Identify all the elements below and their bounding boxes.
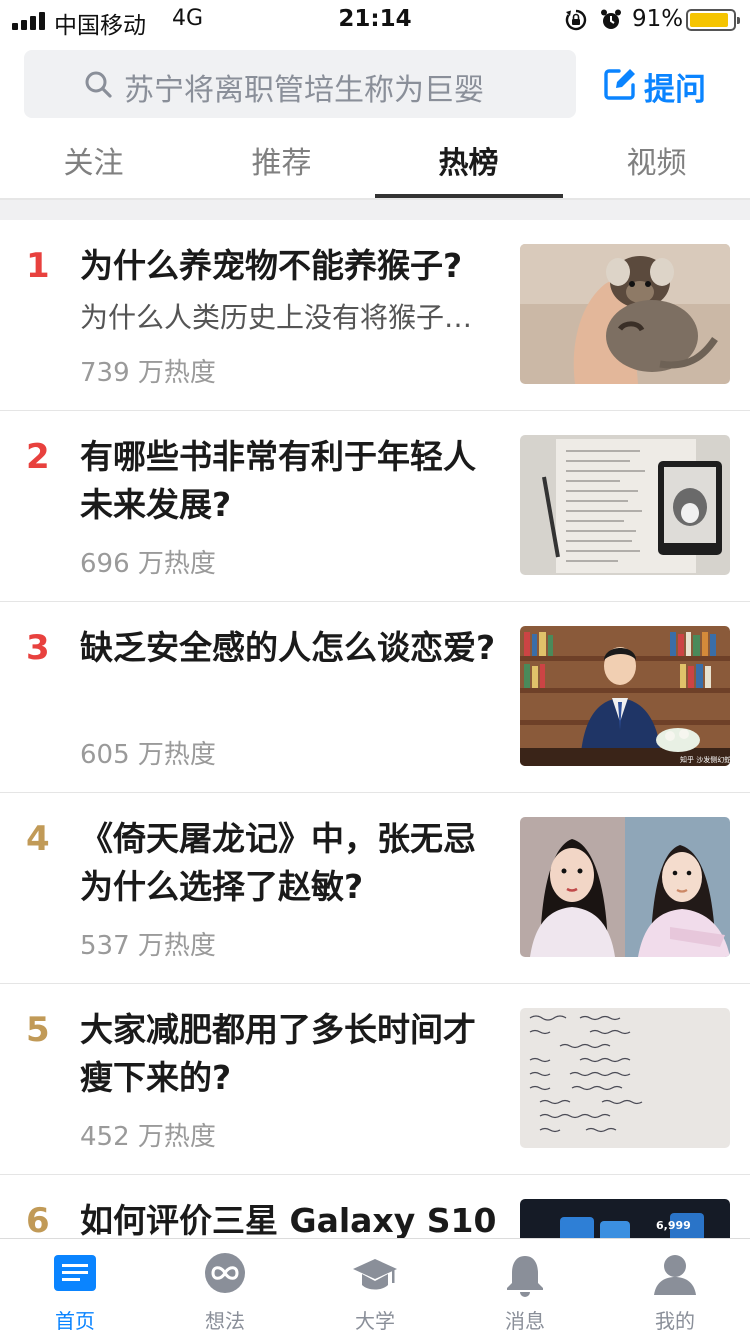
question-title[interactable]: 《倚天屠龙记》中，张无忌为什么选择了赵敏? xyxy=(80,815,500,911)
rank-number: 3 xyxy=(26,628,50,668)
bottom-navigation: 首页 想法 大学 消息 我的 xyxy=(0,1238,750,1334)
tab-recommend[interactable]: 推荐 xyxy=(188,128,375,200)
nav-ideas[interactable]: 想法 xyxy=(150,1239,300,1334)
hot-list-item[interactable]: 2 有哪些书非常有利于年轻人未来发展? 696 万热度 xyxy=(0,411,750,602)
heat-count: 696 万热度 xyxy=(80,549,216,579)
infinity-icon xyxy=(205,1253,245,1293)
feed-tabs: 关注 推荐 热榜 视频 xyxy=(0,128,750,200)
rank-number: 4 xyxy=(26,819,50,859)
thumb-price: 6,999 xyxy=(656,1219,691,1232)
question-excerpt: 为什么人类历史上没有将猴子… xyxy=(80,301,473,334)
rank-number: 5 xyxy=(26,1010,50,1050)
rank-number: 2 xyxy=(26,437,50,477)
nav-profile-label: 我的 xyxy=(655,1309,695,1333)
bell-icon xyxy=(507,1256,543,1297)
battery-fill xyxy=(690,13,728,27)
notes-and-ereader-photo[interactable] xyxy=(520,435,730,575)
search-icon xyxy=(85,71,112,98)
heat-count: 605 万热度 xyxy=(80,740,216,770)
man-in-library-photo[interactable]: 知乎 沙发侧幻蛇 xyxy=(520,626,730,766)
alarm-icon xyxy=(601,9,621,29)
hot-list-item[interactable]: 1 为什么养宠物不能养猴子? 为什么人类历史上没有将猴子… 739 万热度 xyxy=(0,220,750,411)
nav-university-label: 大学 xyxy=(355,1309,395,1333)
nav-profile[interactable]: 我的 xyxy=(600,1239,750,1334)
nav-home-label: 首页 xyxy=(55,1309,95,1333)
nav-messages-label: 消息 xyxy=(505,1309,545,1333)
ask-question-label: 提问 xyxy=(644,72,706,108)
rank-number: 6 xyxy=(26,1201,50,1241)
nav-messages[interactable]: 消息 xyxy=(450,1239,600,1334)
tab-video[interactable]: 视频 xyxy=(563,128,750,200)
question-title[interactable]: 有哪些书非常有利于年轻人未来发展? xyxy=(80,433,500,529)
section-separator xyxy=(0,200,750,220)
heat-count: 739 万热度 xyxy=(80,358,216,388)
nav-university[interactable]: 大学 xyxy=(300,1239,450,1334)
battery-percent: 91% xyxy=(632,6,684,32)
user-icon xyxy=(654,1255,696,1295)
tab-follow[interactable]: 关注 xyxy=(0,128,187,200)
tv-drama-actresses-photo[interactable] xyxy=(520,817,730,957)
search-placeholder: 苏宁将离职管培生称为巨婴 xyxy=(124,73,484,108)
hot-list-item[interactable]: 5 大家减肥都用了多长时间才瘦下来的? 452 万热度 xyxy=(0,984,750,1175)
question-title[interactable]: 大家减肥都用了多长时间才瘦下来的? xyxy=(80,1006,500,1102)
ask-question-button[interactable]: 提问 xyxy=(600,60,720,110)
tab-hot-list[interactable]: 热榜 xyxy=(375,128,562,200)
edit-icon xyxy=(604,69,635,100)
nav-home[interactable]: 首页 xyxy=(0,1239,150,1334)
orientation-lock-icon xyxy=(565,9,587,31)
nav-ideas-label: 想法 xyxy=(205,1309,245,1333)
status-bar: 中国移动 4G 21:14 91% xyxy=(0,0,750,40)
question-title[interactable]: 为什么养宠物不能养猴子? xyxy=(80,242,500,290)
battery-icon xyxy=(686,9,740,31)
thumb-watermark: 知乎 沙发侧幻蛇 xyxy=(680,755,730,764)
graduation-cap-icon xyxy=(353,1259,397,1290)
heat-count: 537 万热度 xyxy=(80,931,216,961)
handwritten-diet-notes-photo[interactable] xyxy=(520,1008,730,1148)
rank-number: 1 xyxy=(26,246,50,286)
hot-list-item[interactable]: 4 《倚天屠龙记》中，张无忌为什么选择了赵敏? 537 万热度 xyxy=(0,793,750,984)
hot-list-item[interactable]: 3 缺乏安全感的人怎么谈恋爱? 605 万热度 知乎 沙发侧幻蛇 xyxy=(0,602,750,793)
heat-count: 452 万热度 xyxy=(80,1122,216,1152)
home-list-icon xyxy=(54,1255,96,1291)
search-input[interactable]: 苏宁将离职管培生称为巨婴 xyxy=(24,50,576,118)
monkey-photo[interactable] xyxy=(520,244,730,384)
question-title[interactable]: 缺乏安全感的人怎么谈恋爱? xyxy=(80,624,500,672)
